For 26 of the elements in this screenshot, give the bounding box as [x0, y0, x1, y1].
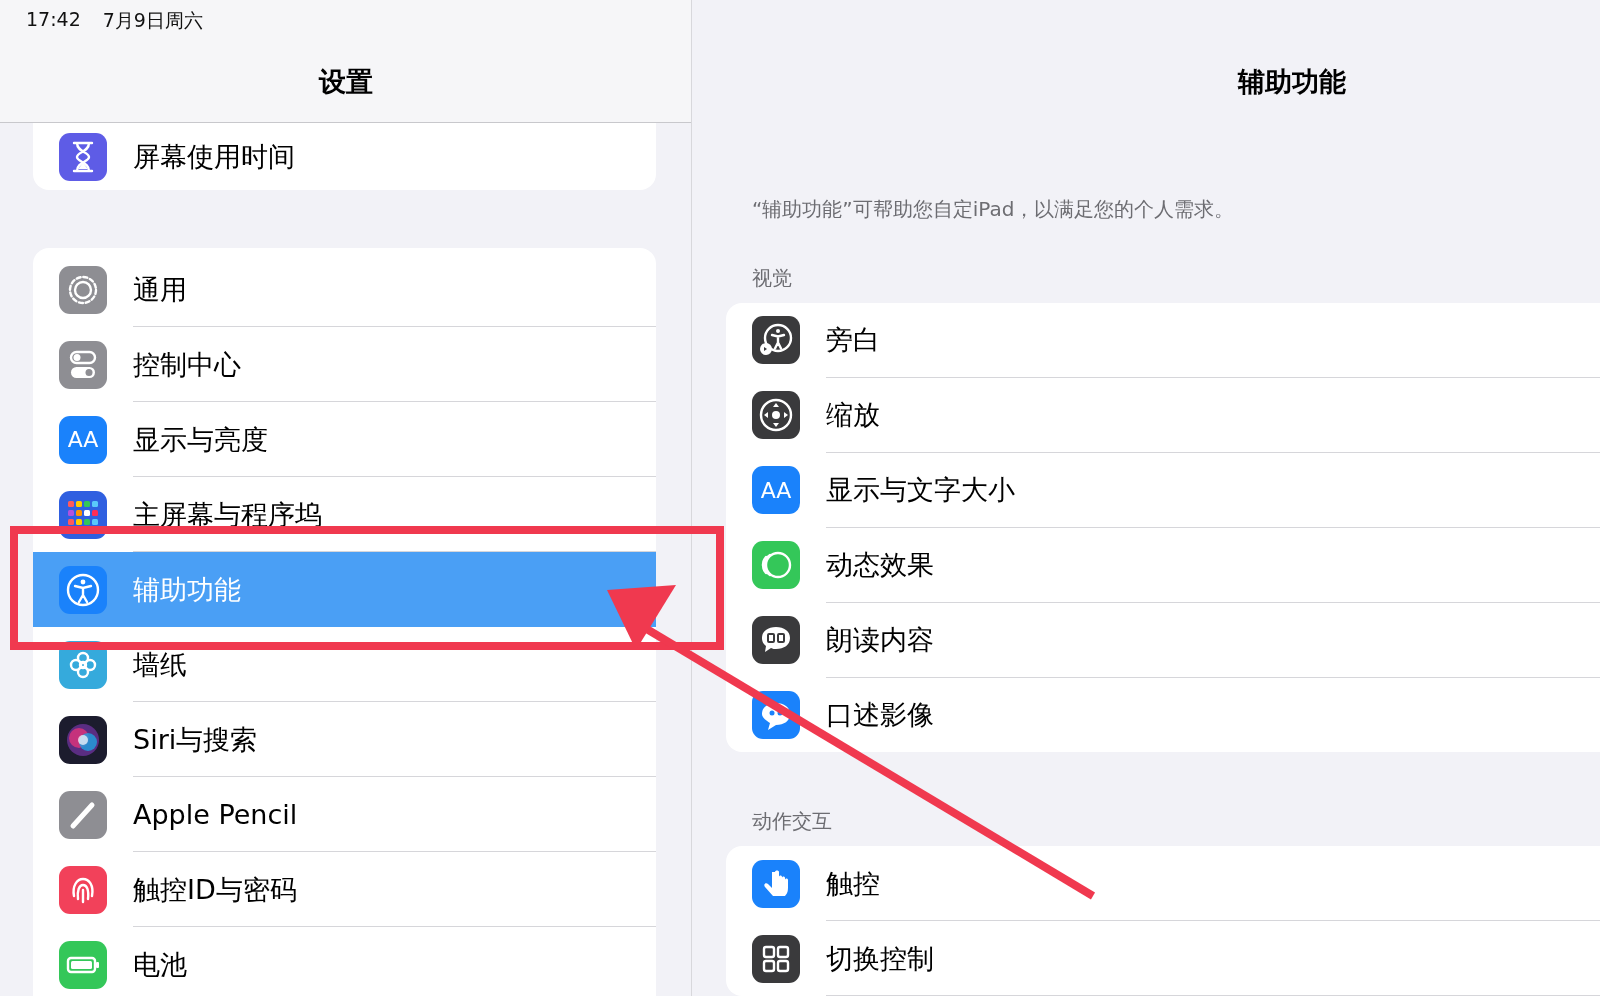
- settings-row[interactable]: 缩放: [726, 377, 1600, 453]
- sidebar-item[interactable]: 主屏幕与程序坞: [33, 477, 656, 553]
- sidebar-item[interactable]: Siri与搜索: [33, 702, 656, 778]
- settings-row[interactable]: 口述影像: [726, 677, 1600, 753]
- letters-icon: AA: [59, 415, 107, 464]
- sidebar-item[interactable]: 屏幕使用时间: [33, 122, 656, 191]
- sidebar-item[interactable]: 通用: [33, 252, 656, 328]
- status-date: 7月9日周六: [102, 8, 203, 33]
- settings-row[interactable]: 旁白: [726, 302, 1600, 378]
- settings-row[interactable]: 动态效果: [726, 527, 1600, 603]
- description-text: “辅助功能”可帮助您自定iPad，以满足您的个人需求。: [751, 195, 1236, 223]
- status-time: 17:42: [26, 8, 81, 32]
- sidebar-item[interactable]: Apple Pencil: [33, 777, 656, 853]
- settings-row[interactable]: 触控: [726, 846, 1600, 922]
- settings-row[interactable]: AA 显示与文字大小: [726, 452, 1600, 528]
- sidebar-item[interactable]: 墙纸: [33, 627, 656, 703]
- section-header: 动作交互: [751, 808, 833, 835]
- page-title: 辅助功能: [1236, 65, 1347, 99]
- page-title: 设置: [318, 65, 373, 99]
- settings-row[interactable]: 切换控制: [726, 921, 1600, 996]
- section-header: 视觉: [751, 264, 793, 291]
- letters-icon: AA: [752, 466, 800, 515]
- settings-row[interactable]: 朗读内容: [726, 602, 1600, 678]
- sidebar-item[interactable]: AA 显示与亮度: [33, 402, 656, 478]
- sidebar-item[interactable]: 控制中心: [33, 327, 656, 403]
- sidebar-item[interactable]: 触控ID与密码: [33, 852, 656, 928]
